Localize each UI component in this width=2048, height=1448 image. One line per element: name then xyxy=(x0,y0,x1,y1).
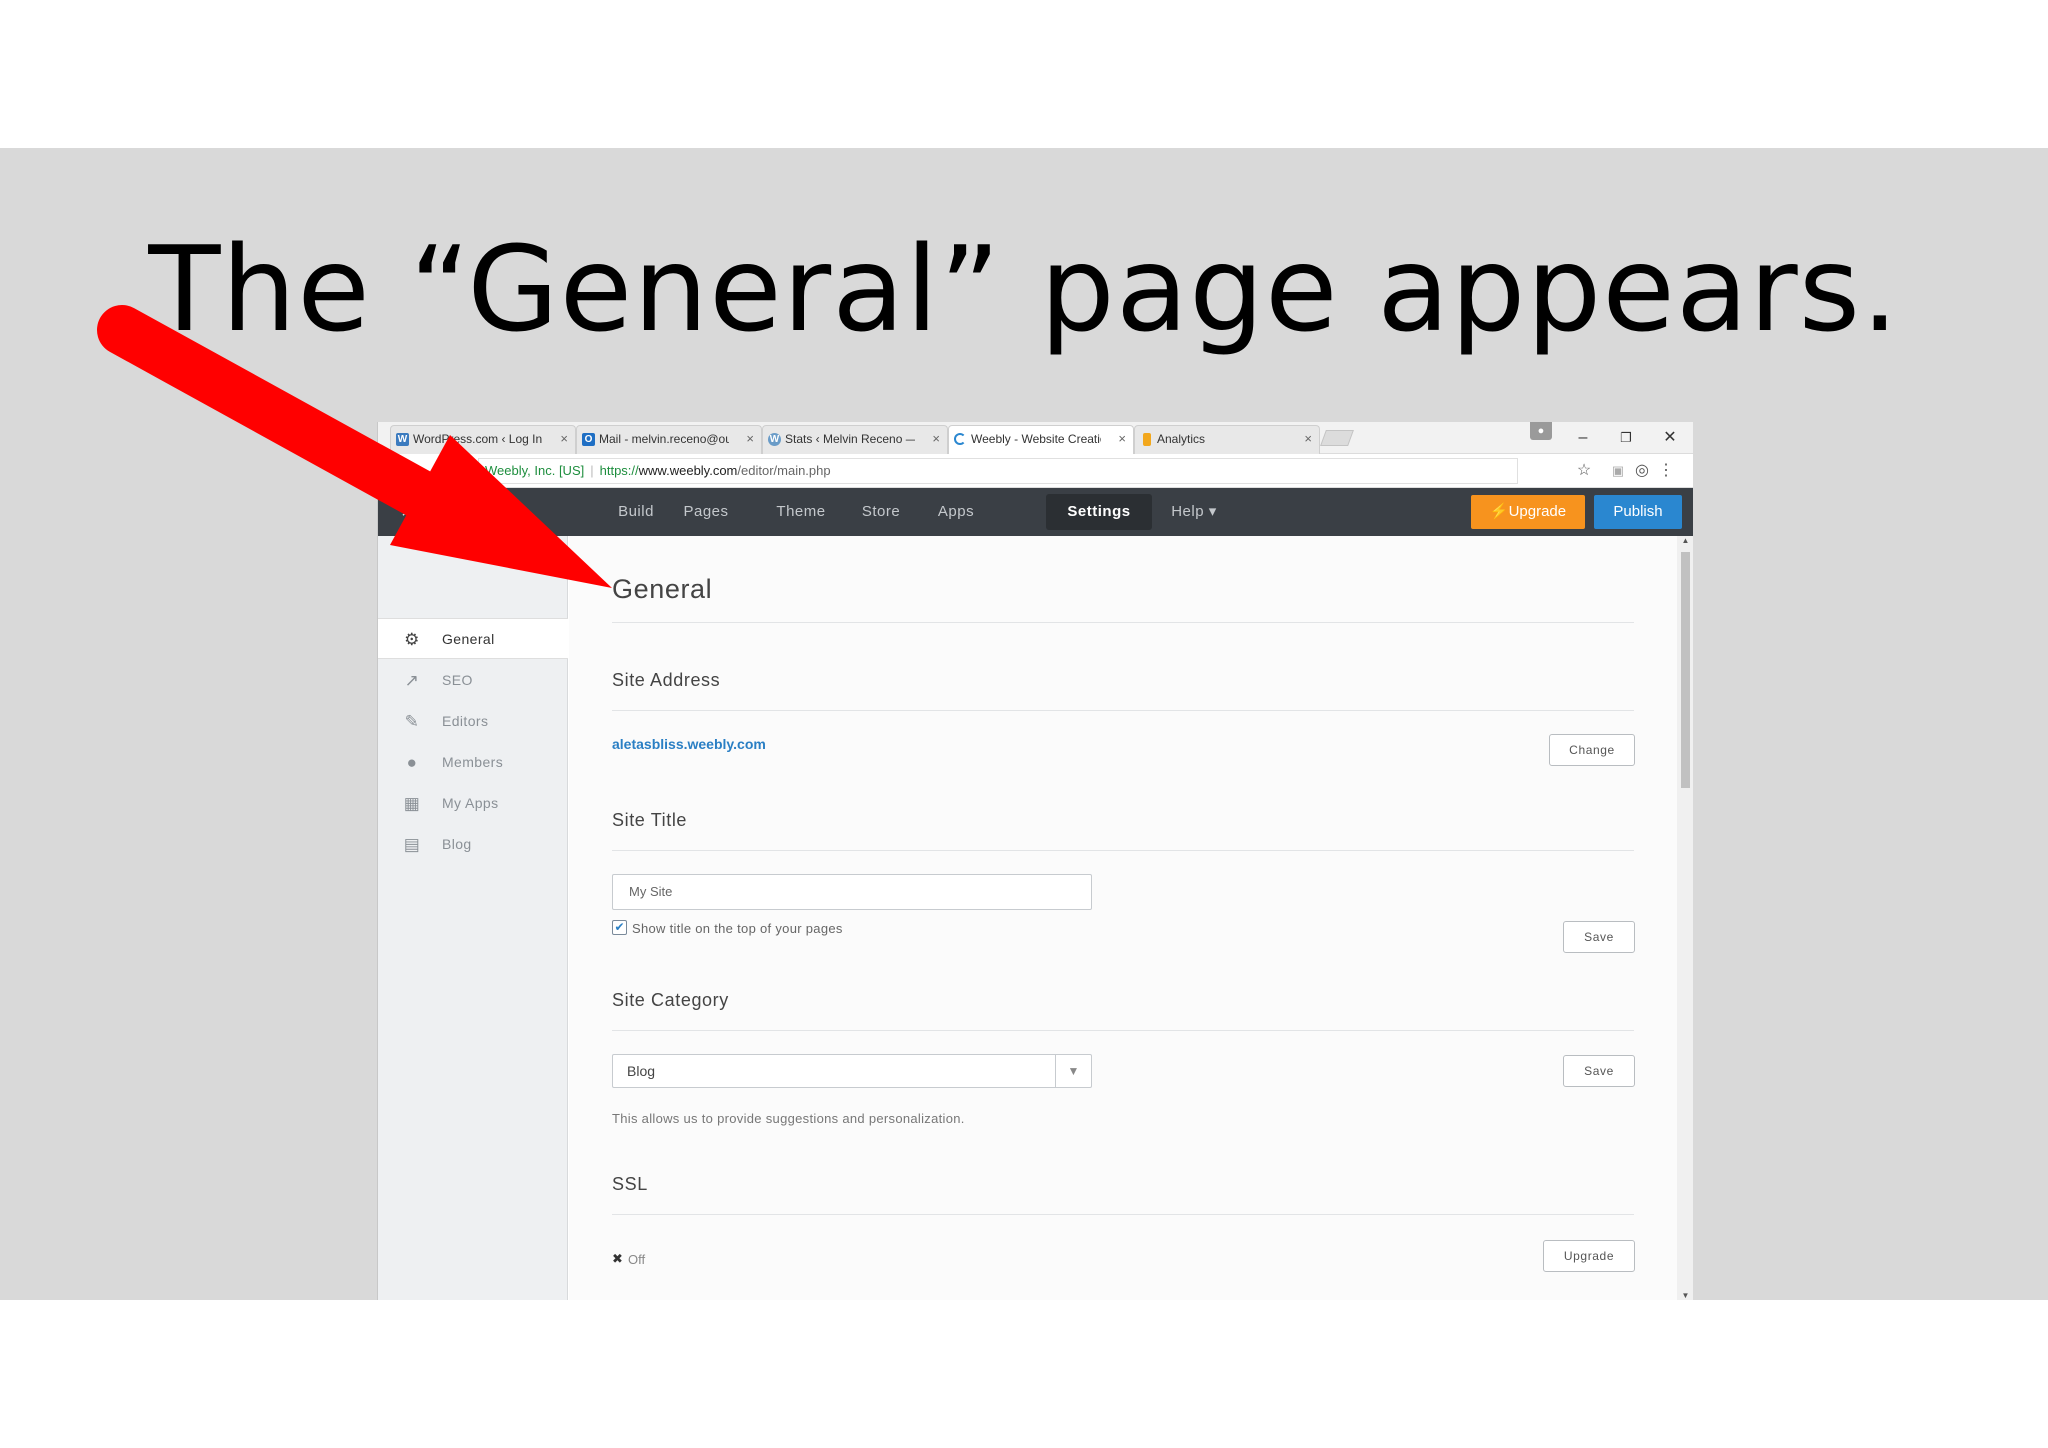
show-title-checkbox[interactable]: ✔ xyxy=(612,920,627,935)
publish-button[interactable]: Publish xyxy=(1594,495,1682,529)
change-button[interactable]: Change xyxy=(1549,734,1635,766)
sidebar-item-members[interactable]: ● Members xyxy=(378,742,568,783)
minimize-icon[interactable]: – xyxy=(1563,424,1603,452)
page-title: General xyxy=(612,574,713,604)
settings-sidebar: ⚙ General ↗ SEO ✎ Editors ● Members ▦ My… xyxy=(378,536,568,1300)
upgrade-button[interactable]: ⚡Upgrade xyxy=(1471,495,1585,529)
extension-icon[interactable]: ▣ xyxy=(1607,460,1629,482)
scroll-down-icon[interactable]: ▼ xyxy=(1677,1291,1693,1300)
trend-icon: ↗ xyxy=(404,671,420,690)
nav-settings[interactable]: Settings xyxy=(1046,494,1152,530)
analytics-icon xyxy=(1143,433,1151,446)
close-icon[interactable]: × xyxy=(746,426,754,452)
divider xyxy=(612,622,1634,623)
ssl-upgrade-button[interactable]: Upgrade xyxy=(1543,1240,1635,1272)
settings-content: General Site Address aletasbliss.weebly.… xyxy=(569,536,1677,1300)
scroll-up-icon[interactable]: ▲ xyxy=(1677,536,1693,545)
lock-icon[interactable]: 🔒 xyxy=(448,460,470,482)
close-icon[interactable]: × xyxy=(932,426,940,452)
tab-stats[interactable]: W Stats ‹ Melvin Receno — × xyxy=(762,425,948,454)
nav-apps[interactable]: Apps xyxy=(926,488,986,536)
nav-store[interactable]: Store xyxy=(850,488,912,536)
category-help-text: This allows us to provide suggestions an… xyxy=(612,1111,965,1126)
nav-theme[interactable]: Theme xyxy=(766,488,836,536)
wordpress-icon: W xyxy=(768,433,781,446)
site-address-title: Site Address xyxy=(612,670,721,690)
loading-icon xyxy=(954,433,966,445)
nav-pages[interactable]: Pages xyxy=(676,488,736,536)
site-category-title: Site Category xyxy=(612,990,729,1010)
site-category-select[interactable]: Blog ▼ xyxy=(612,1054,1092,1088)
close-icon[interactable]: × xyxy=(392,488,422,536)
sidebar-item-blog[interactable]: ▤ Blog xyxy=(378,824,568,865)
browser-window: W WordPress.com ‹ Log In × O Mail - melv… xyxy=(377,422,1693,1300)
divider xyxy=(612,1214,1634,1215)
divider xyxy=(612,1030,1634,1031)
site-title-title: Site Title xyxy=(612,810,688,830)
gear-icon: ⚙ xyxy=(404,630,420,649)
sidebar-item-seo[interactable]: ↗ SEO xyxy=(378,660,568,701)
ssl-title: SSL xyxy=(612,1174,648,1194)
sidebar-item-editors[interactable]: ✎ Editors xyxy=(378,701,568,742)
scrollbar[interactable]: ▲ ▼ xyxy=(1677,536,1693,1300)
tab-weebly[interactable]: Weebly - Website Creatio × xyxy=(948,425,1134,454)
site-address-link[interactable]: aletasbliss.weebly.com xyxy=(612,736,766,752)
chevron-down-icon[interactable]: ▼ xyxy=(1055,1055,1091,1087)
divider xyxy=(612,850,1634,851)
x-icon: ✖ xyxy=(612,1251,623,1266)
wordpress-icon: W xyxy=(396,433,409,446)
tab-strip: W WordPress.com ‹ Log In × O Mail - melv… xyxy=(378,422,1693,454)
outlook-icon: O xyxy=(582,433,595,446)
site-title-input[interactable]: My Site xyxy=(612,874,1092,910)
save-title-button[interactable]: Save xyxy=(1563,921,1635,953)
show-title-label: Show title on the top of your pages xyxy=(632,921,843,936)
tab-analytics[interactable]: Analytics × xyxy=(1134,425,1320,454)
close-icon[interactable]: × xyxy=(1304,426,1312,452)
divider xyxy=(612,710,1634,711)
close-icon[interactable]: × xyxy=(1118,426,1126,452)
slide-title: The “General” page appears. xyxy=(148,220,1900,358)
url-field[interactable]: Weebly, Inc. [US] | https://www.weebly.com… xyxy=(478,458,1518,484)
profile-icon[interactable]: ● xyxy=(1530,422,1552,440)
address-bar-row: 🔒 Weebly, Inc. [US] | https://www.weebly.c… xyxy=(378,454,1693,488)
save-category-button[interactable]: Save xyxy=(1563,1055,1635,1087)
ssl-status: Off xyxy=(628,1252,646,1267)
new-tab-button[interactable] xyxy=(1320,430,1354,446)
tab-wordpress-login[interactable]: W WordPress.com ‹ Log In × xyxy=(390,425,576,454)
target-icon[interactable]: ◎ xyxy=(1631,460,1653,482)
menu-dots-icon[interactable]: ⋮ xyxy=(1655,460,1677,482)
close-icon[interactable]: × xyxy=(560,426,568,452)
nav-help[interactable]: Help ▾ xyxy=(1164,488,1224,536)
tab-mail[interactable]: O Mail - melvin.receno@ou × xyxy=(576,425,762,454)
user-icon: ● xyxy=(406,753,418,772)
editor-top-bar: × Build Pages Theme Store Apps Settings … xyxy=(378,488,1693,536)
scroll-thumb[interactable] xyxy=(1681,552,1690,788)
sidebar-item-my-apps[interactable]: ▦ My Apps xyxy=(378,783,568,824)
sidebar-item-general[interactable]: ⚙ General xyxy=(378,618,568,659)
pencil-icon: ✎ xyxy=(404,712,420,731)
restore-icon[interactable]: ❐ xyxy=(1606,424,1646,452)
grid-icon: ▦ xyxy=(403,794,421,813)
window-close-icon[interactable]: ✕ xyxy=(1650,424,1690,452)
nav-build[interactable]: Build xyxy=(606,488,666,536)
comment-icon: ▤ xyxy=(403,835,421,854)
star-icon[interactable]: ☆ xyxy=(1573,460,1595,482)
